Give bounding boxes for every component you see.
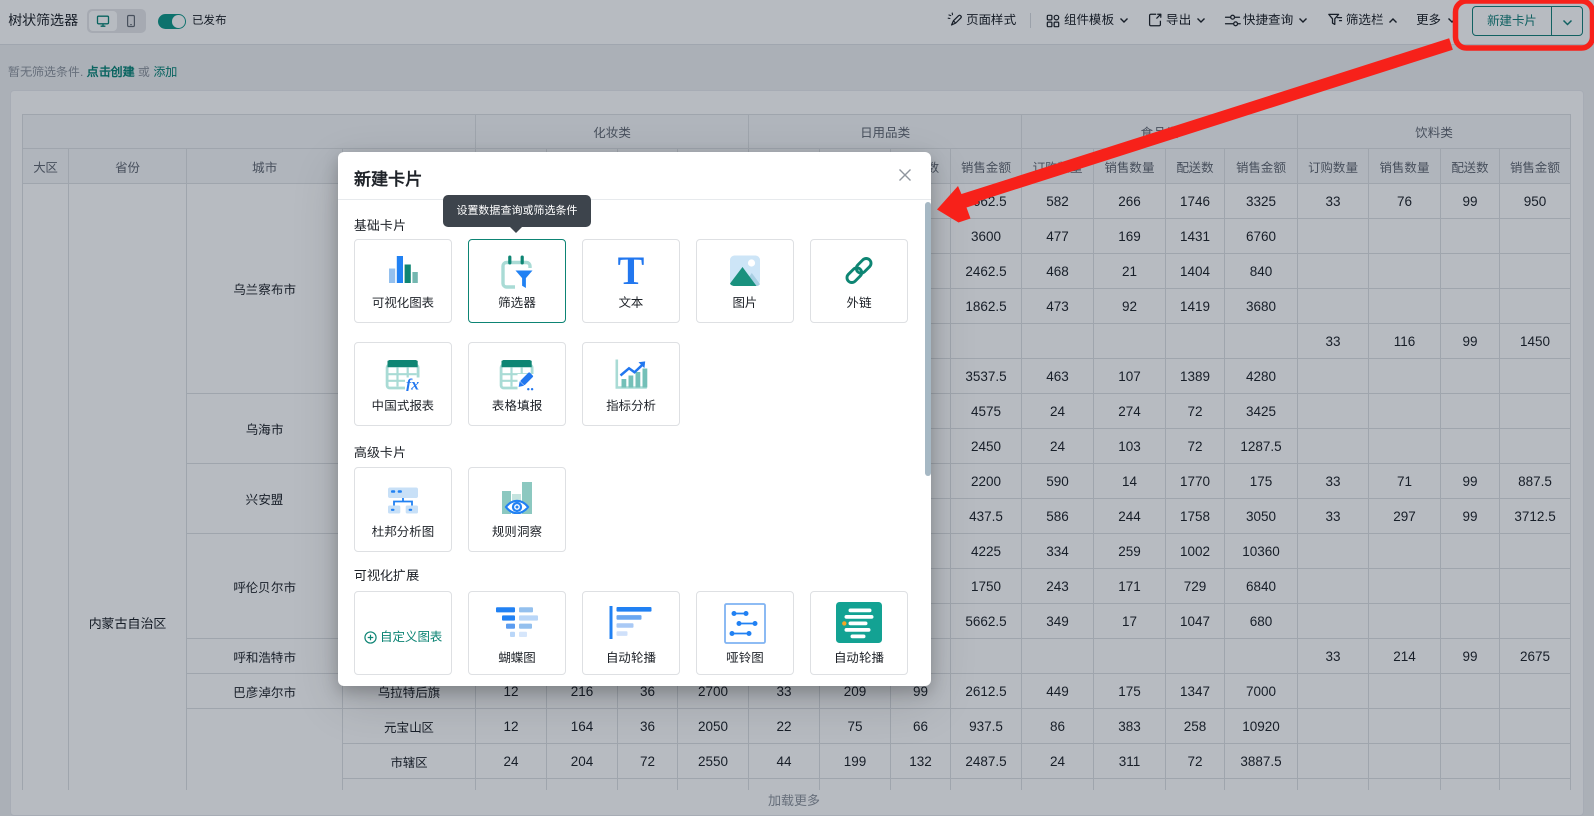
svg-text:T: T	[618, 255, 645, 286]
svg-text:fx: fx	[406, 376, 419, 391]
